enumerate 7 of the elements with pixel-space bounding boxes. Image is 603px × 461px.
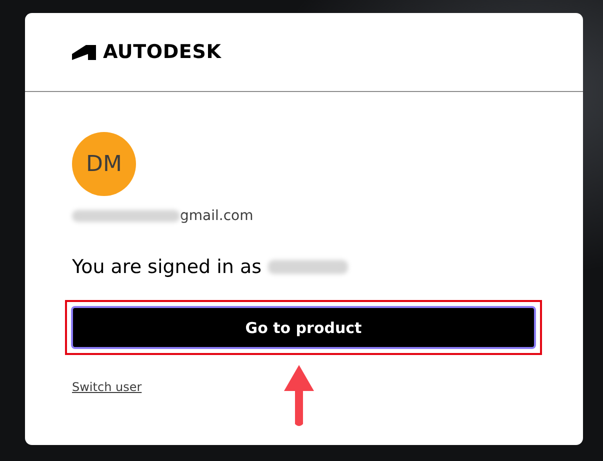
switch-user-link[interactable]: Switch user: [72, 380, 142, 394]
user-email: gmail.com: [180, 208, 254, 224]
user-avatar: DM: [72, 132, 136, 196]
logo-icon: [72, 44, 96, 60]
brand-name: AUTODESK: [103, 41, 222, 63]
go-to-product-button[interactable]: Go to product: [71, 306, 536, 349]
signed-in-text: You are signed in as: [72, 256, 262, 278]
